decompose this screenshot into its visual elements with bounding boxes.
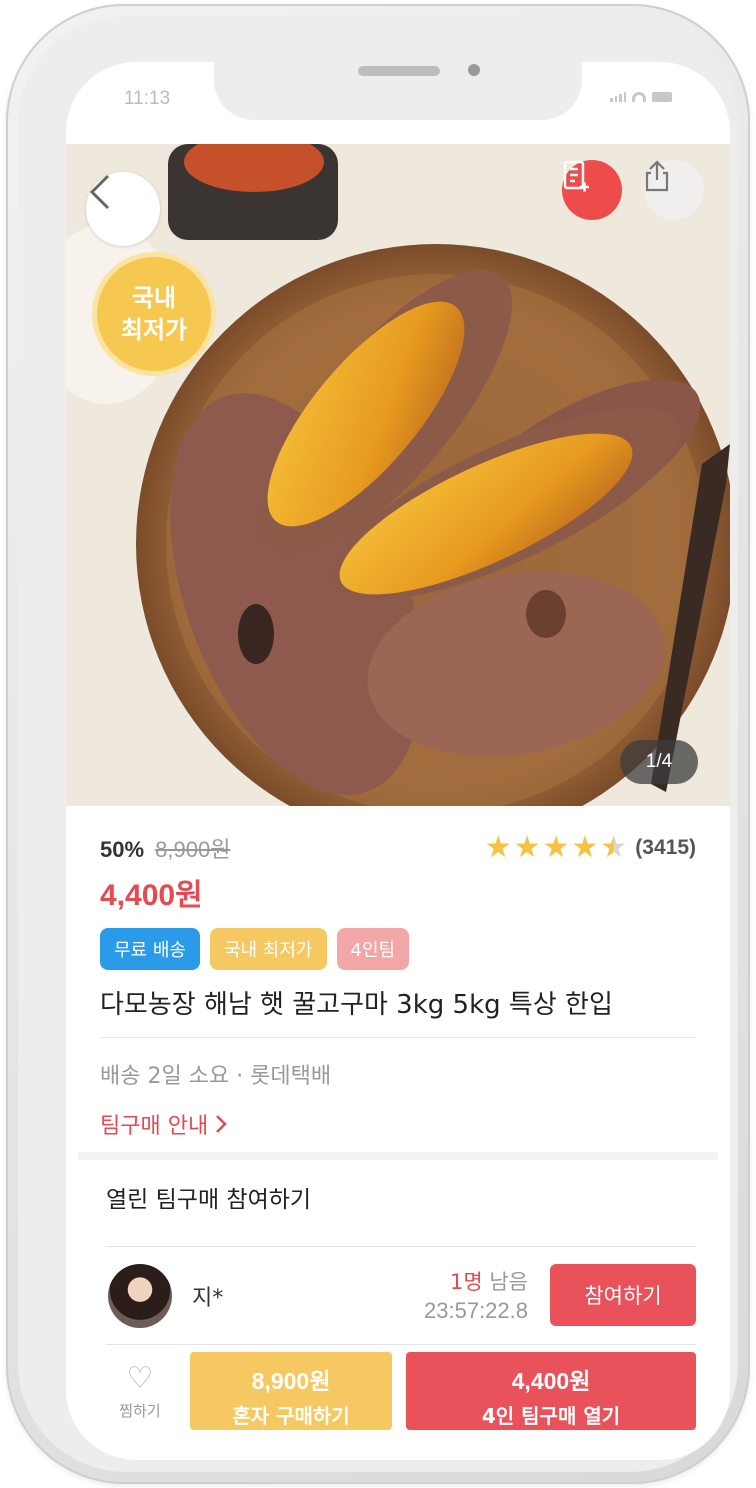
shipping-info: 배송 2일 소요 · 롯데택배 (100, 1064, 332, 1089)
notch (214, 62, 582, 120)
team-row: 지* 1명 남음 23:57:22.8 참여하기 (106, 1260, 696, 1330)
team-purchase-guide-link[interactable]: 팀구매 안내 (100, 1108, 696, 1140)
price-row: 50% 8,900원 ★ ★ ★ ★ ★ (3415) (100, 832, 696, 864)
review-count: (3415) (635, 836, 696, 859)
badge-line1: 국내 (131, 284, 177, 312)
guide-label: 팀구매 안내 (100, 1114, 209, 1139)
avatar (108, 1264, 172, 1328)
solo-price: 8,900원 (251, 1368, 331, 1394)
lowest-price-badge: 국내 최저가 (92, 252, 216, 376)
divider (100, 1037, 696, 1038)
divider (106, 1246, 696, 1247)
original-price: 8,900원 (155, 837, 231, 862)
tag-list: 무료 배송 국내 최저가 4인팀 (100, 928, 696, 970)
join-team-button[interactable]: 참여하기 (550, 1264, 696, 1326)
star-icon: ★ (484, 830, 512, 865)
star-icon: ★ (571, 830, 599, 865)
front-camera (468, 64, 480, 76)
section-separator (78, 1152, 718, 1160)
product-title: 다모농장 해남 햇 꿀고구마 3kg 5kg 특상 한입 (100, 990, 613, 1020)
wishlist-label: 찜하기 (119, 1402, 161, 1420)
team-price: 4,400원 (511, 1368, 591, 1394)
star-half-icon: ★ (600, 830, 628, 865)
image-page-counter: 1/4 (620, 740, 698, 784)
team-label: 4인 팀구매 열기 (481, 1404, 621, 1428)
back-button[interactable] (86, 172, 160, 246)
badge-line2: 최저가 (120, 316, 188, 344)
divider (106, 1344, 696, 1345)
screen: 11:13 국내 최저가 1/4 50% 8,900원 ★ ★ ★ ★ ★ (3… (66, 62, 730, 1460)
tag-lowest-price: 국내 최저가 (209, 928, 327, 970)
solo-label: 혼자 구매하기 (232, 1404, 350, 1428)
product-image[interactable]: 국내 최저가 1/4 (66, 144, 730, 806)
open-teams-header: 열린 팀구매 참여하기 (106, 1187, 312, 1213)
team-leader-name: 지* (192, 1286, 224, 1311)
tag-free-shipping: 무료 배송 (100, 928, 200, 970)
open-team-purchase-button[interactable]: 4,400원 4인 팀구매 열기 (406, 1352, 696, 1430)
phone-bezel: 11:13 국내 최저가 1/4 50% 8,900원 ★ ★ ★ ★ ★ (3… (18, 16, 738, 1472)
sweet-potato-photo (66, 144, 730, 806)
sale-price: 4,400원 (100, 879, 203, 912)
product-info: 50% 8,900원 ★ ★ ★ ★ ★ (3415) 4,400원 무료 배송 (100, 832, 696, 1140)
rating[interactable]: ★ ★ ★ ★ ★ (3415) (485, 833, 696, 863)
remaining-count: 1명 (449, 1270, 483, 1294)
star-icon: ★ (513, 830, 541, 865)
signal-icon (610, 92, 626, 102)
status-time: 11:13 (124, 88, 171, 109)
buy-solo-button[interactable]: 8,900원 혼자 구매하기 (190, 1352, 392, 1430)
discount-group: 50% 8,900원 (100, 832, 230, 864)
bottom-action-bar: ♡ 찜하기 8,900원 혼자 구매하기 4,400원 4인 팀구매 열기 (106, 1350, 696, 1430)
countdown-timer: 23:57:22.8 (424, 1298, 528, 1323)
speaker (358, 66, 440, 76)
heart-icon: ♡ (126, 1361, 154, 1396)
wifi-icon (632, 92, 646, 102)
phone-frame: 11:13 국내 최저가 1/4 50% 8,900원 ★ ★ ★ ★ ★ (3… (6, 4, 750, 1484)
remaining-suffix: 남음 (482, 1270, 528, 1294)
status-icons (610, 92, 672, 102)
share-icon (645, 160, 669, 192)
add-to-list-button[interactable] (562, 160, 622, 220)
chevron-right-icon (216, 1115, 227, 1133)
tag-team-size: 4인팀 (336, 928, 410, 970)
discount-rate: 50% (100, 837, 145, 862)
remaining-members: 1명 남음 (450, 1266, 528, 1296)
share-button[interactable] (644, 160, 704, 220)
back-chevron-icon (89, 174, 110, 210)
wishlist-button[interactable]: ♡ 찜하기 (106, 1364, 174, 1421)
battery-icon (652, 92, 672, 102)
list-add-icon (563, 160, 589, 192)
star-icon: ★ (542, 830, 570, 865)
